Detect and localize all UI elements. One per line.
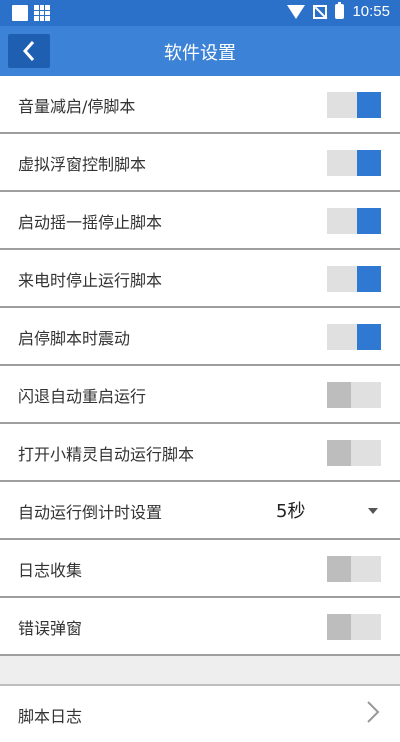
setting-label-crash-restart: 闪退自动重启运行 [18, 387, 147, 406]
setting-label-log-collection: 日志收集 [18, 561, 83, 580]
toggle-vibrate[interactable] [327, 324, 381, 350]
toggle-knob [357, 324, 381, 350]
toggle-sprite-auto-run[interactable] [327, 440, 381, 466]
setting-row-vibrate: 启停脚本时震动 [0, 308, 400, 366]
notification-square-icon [12, 5, 28, 21]
no-signal-icon [313, 4, 328, 19]
setting-row-volume-down-script: 音量减启/停脚本 [0, 76, 400, 134]
script-log-row[interactable]: 脚本日志 [0, 686, 400, 742]
setting-label-volume-down-script: 音量减启/停脚本 [18, 97, 136, 116]
setting-label-floating-window-control: 虚拟浮窗控制脚本 [18, 155, 147, 174]
setting-label-sprite-auto-run: 打开小精灵自动运行脚本 [18, 445, 195, 464]
toggle-knob [357, 92, 381, 118]
toggle-knob [327, 440, 351, 466]
notification-grid-icon [34, 5, 50, 21]
status-bar: 10:55 [0, 0, 400, 26]
setting-row-sprite-auto-run: 打开小精灵自动运行脚本 [0, 424, 400, 482]
setting-label-vibrate: 启停脚本时震动 [18, 329, 131, 348]
wifi-icon [287, 4, 306, 19]
dropdown-arrow-icon[interactable] [368, 508, 378, 514]
setting-row-floating-window-control: 虚拟浮窗控制脚本 [0, 134, 400, 192]
toggle-log-collection[interactable] [327, 556, 381, 582]
toggle-volume-down-script[interactable] [327, 92, 381, 118]
battery-icon [335, 2, 345, 19]
setting-row-call-stop: 来电时停止运行脚本 [0, 250, 400, 308]
setting-label-shake-stop: 启动摇一摇停止脚本 [18, 213, 163, 232]
page-title: 软件设置 [164, 43, 236, 64]
toggle-knob [357, 266, 381, 292]
setting-label-call-stop: 来电时停止运行脚本 [18, 271, 163, 290]
status-time: 10:55 [352, 3, 390, 20]
toggle-knob [327, 556, 351, 582]
toggle-call-stop[interactable] [327, 266, 381, 292]
toggle-error-popup[interactable] [327, 614, 381, 640]
toggle-crash-restart[interactable] [327, 382, 381, 408]
chevron-right-icon [367, 701, 380, 723]
toggle-floating-window-control[interactable] [327, 150, 381, 176]
setting-row-crash-restart: 闪退自动重启运行 [0, 366, 400, 424]
settings-list: 音量减启/停脚本 虚拟浮窗控制脚本 启动摇一摇停止脚本 来电时停止运行脚本 启停脚本时震… [0, 76, 400, 742]
toggle-knob [327, 382, 351, 408]
countdown-setting-row[interactable]: 自动运行倒计时设置 5秒 [0, 482, 400, 540]
app-bar: 软件设置 [0, 26, 400, 76]
script-log-label: 脚本日志 [18, 707, 83, 726]
setting-row-shake-stop: 启动摇一摇停止脚本 [0, 192, 400, 250]
countdown-select[interactable]: 5秒 [276, 497, 305, 523]
setting-row-error-popup: 错误弹窗 [0, 598, 400, 656]
section-divider [0, 656, 400, 686]
setting-label-error-popup: 错误弹窗 [18, 619, 83, 638]
toggle-knob [327, 614, 351, 640]
toggle-shake-stop[interactable] [327, 208, 381, 234]
toggle-knob [357, 208, 381, 234]
setting-row-log-collection: 日志收集 [0, 540, 400, 598]
toggle-knob [357, 150, 381, 176]
countdown-label: 自动运行倒计时设置 [18, 503, 163, 522]
